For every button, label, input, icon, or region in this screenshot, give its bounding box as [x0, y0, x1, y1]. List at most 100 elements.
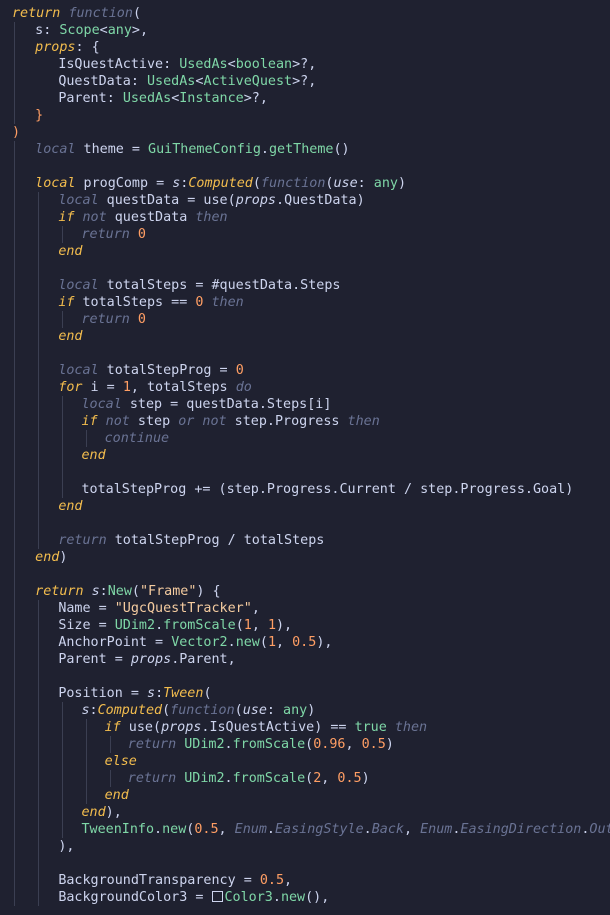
code-token: local — [58, 363, 99, 378]
code-line[interactable]: return function( — [12, 5, 141, 22]
code-line[interactable]: if use(props.IsQuestActive) == true then — [105, 719, 428, 736]
code-line[interactable]: return totalStepProg / totalSteps — [58, 532, 324, 549]
code-token: , — [218, 822, 235, 837]
code-line[interactable]: return UDim2.fromScale(0.96, 0.5) — [128, 736, 394, 753]
code-line[interactable]: Position = s:Tween( — [58, 685, 211, 702]
code-token: : — [130, 74, 147, 89]
code-token: else — [104, 754, 137, 769]
code-token: end — [58, 329, 83, 344]
code-token: QuestData — [58, 74, 131, 89]
code-line[interactable]: continue — [105, 430, 170, 447]
code-token: ( — [203, 686, 212, 701]
code-token: IsQuestActive — [58, 57, 164, 72]
code-token: , — [345, 737, 362, 752]
code-token: Computed — [97, 703, 163, 718]
code-line[interactable]: return 0 — [81, 311, 146, 328]
code-line[interactable]: end) — [35, 549, 67, 566]
code-line[interactable]: if not step or not step.Progress then — [81, 413, 379, 430]
indent-guide — [14, 22, 15, 124]
code-token: not — [202, 414, 227, 429]
code-line[interactable]: ) — [12, 124, 20, 141]
code-token: props — [35, 40, 76, 55]
code-token: Tween — [163, 686, 204, 701]
code-token: UDim2 — [114, 618, 156, 633]
code-line[interactable]: end — [105, 787, 129, 804]
code-line[interactable]: local totalSteps = #questData.Steps — [58, 277, 340, 294]
code-token: Name = — [58, 601, 115, 616]
code-token: Size = — [58, 618, 115, 633]
code-token: ( — [162, 703, 171, 718]
code-line[interactable]: ), — [58, 838, 74, 855]
code-line[interactable]: if totalSteps == 0 then — [58, 294, 243, 311]
code-token: . — [272, 890, 281, 905]
code-line[interactable]: end — [58, 328, 82, 345]
code-line[interactable]: Parent: UsedAs<Instance>?, — [58, 90, 268, 107]
code-token: end — [104, 788, 129, 803]
code-token: ) — [565, 482, 574, 497]
code-line[interactable]: AnchorPoint = Vector2.new(1, 0.5), — [58, 634, 332, 651]
code-token: totalSteps == — [74, 295, 196, 310]
code-line[interactable]: return s:New("Frame") { — [35, 583, 220, 600]
code-token: UsedAs — [122, 91, 172, 106]
code-line[interactable]: QuestData: UsedAs<ActiveQuest>?, — [58, 73, 316, 90]
code-line[interactable]: local questData = use(props.QuestData) — [58, 192, 364, 209]
code-token: . — [266, 822, 275, 837]
code-line[interactable]: s: Scope<any>, — [35, 22, 148, 39]
code-line[interactable]: return 0 — [81, 226, 146, 243]
code-token: EasingStyle — [274, 822, 364, 837]
code-line[interactable]: end — [81, 447, 105, 464]
code-token: any — [283, 703, 308, 718]
code-line[interactable]: IsQuestActive: UsedAs<boolean>?, — [58, 56, 316, 73]
code-token: totalStepProg = — [98, 363, 236, 378]
code-line[interactable]: end — [58, 498, 82, 515]
code-token: Parent = — [58, 652, 131, 667]
code-token: . — [227, 635, 236, 650]
code-token: ) { — [196, 584, 221, 599]
code-token: end — [81, 448, 106, 463]
code-token: s — [147, 686, 156, 701]
code-line[interactable]: s:Computed(function(use: any) — [81, 702, 315, 719]
code-token: if — [58, 210, 75, 225]
code-line[interactable]: end), — [81, 804, 121, 821]
code-token: : — [266, 703, 284, 718]
code-token: , — [321, 771, 338, 786]
code-line[interactable]: local progComp = s:Computed(function(use… — [35, 175, 406, 192]
code-editor[interactable]: return function(s: Scope<any>, props: {Is… — [0, 0, 610, 915]
code-line[interactable]: for i = 1, totalSteps do — [58, 379, 252, 396]
code-token: ) — [356, 193, 365, 208]
code-line[interactable]: BackgroundTransparency = 0.5, — [58, 872, 292, 889]
code-line[interactable]: Name = "UgcQuestTracker", — [58, 600, 260, 617]
color-swatch-icon — [211, 891, 223, 902]
code-line[interactable]: else — [105, 753, 137, 770]
code-token: end — [58, 499, 83, 514]
code-line[interactable]: Parent = props.Parent, — [58, 651, 235, 668]
code-token: New — [107, 584, 132, 599]
code-token: function — [260, 176, 326, 191]
code-line[interactable]: totalStepProg += (step.Progress.Current … — [81, 481, 573, 498]
code-line[interactable]: local theme = GuiThemeConfig.getTheme() — [35, 141, 349, 158]
code-line[interactable]: local step = questData.Steps[i] — [81, 396, 331, 413]
code-line[interactable]: props: { — [35, 39, 100, 56]
code-token: not — [82, 210, 107, 225]
code-token: Current — [339, 482, 396, 497]
code-line[interactable]: local totalStepProg = 0 — [58, 362, 243, 379]
code-token: use — [242, 703, 267, 718]
code-line[interactable]: return UDim2.fromScale(2, 0.5) — [128, 770, 370, 787]
code-token: AnchorPoint = — [58, 635, 172, 650]
code-line[interactable]: TweenInfo.new(0.5, Enum.EasingStyle.Back… — [81, 821, 610, 838]
code-line[interactable]: end — [58, 243, 82, 260]
code-token: i = — [82, 380, 123, 395]
code-token: UDim2 — [184, 737, 225, 752]
code-line[interactable]: if not questData then — [58, 209, 227, 226]
code-token: end — [81, 805, 106, 820]
code-token: / step. — [395, 482, 461, 497]
code-token: or — [178, 414, 195, 429]
code-token: ), — [105, 805, 122, 820]
code-line[interactable]: Size = UDim2.fromScale(1, 1), — [58, 617, 292, 634]
indent-guide — [62, 226, 63, 243]
code-line[interactable]: BackgroundColor3 = Color3.new(), — [58, 889, 329, 906]
code-line[interactable]: } — [35, 107, 43, 124]
